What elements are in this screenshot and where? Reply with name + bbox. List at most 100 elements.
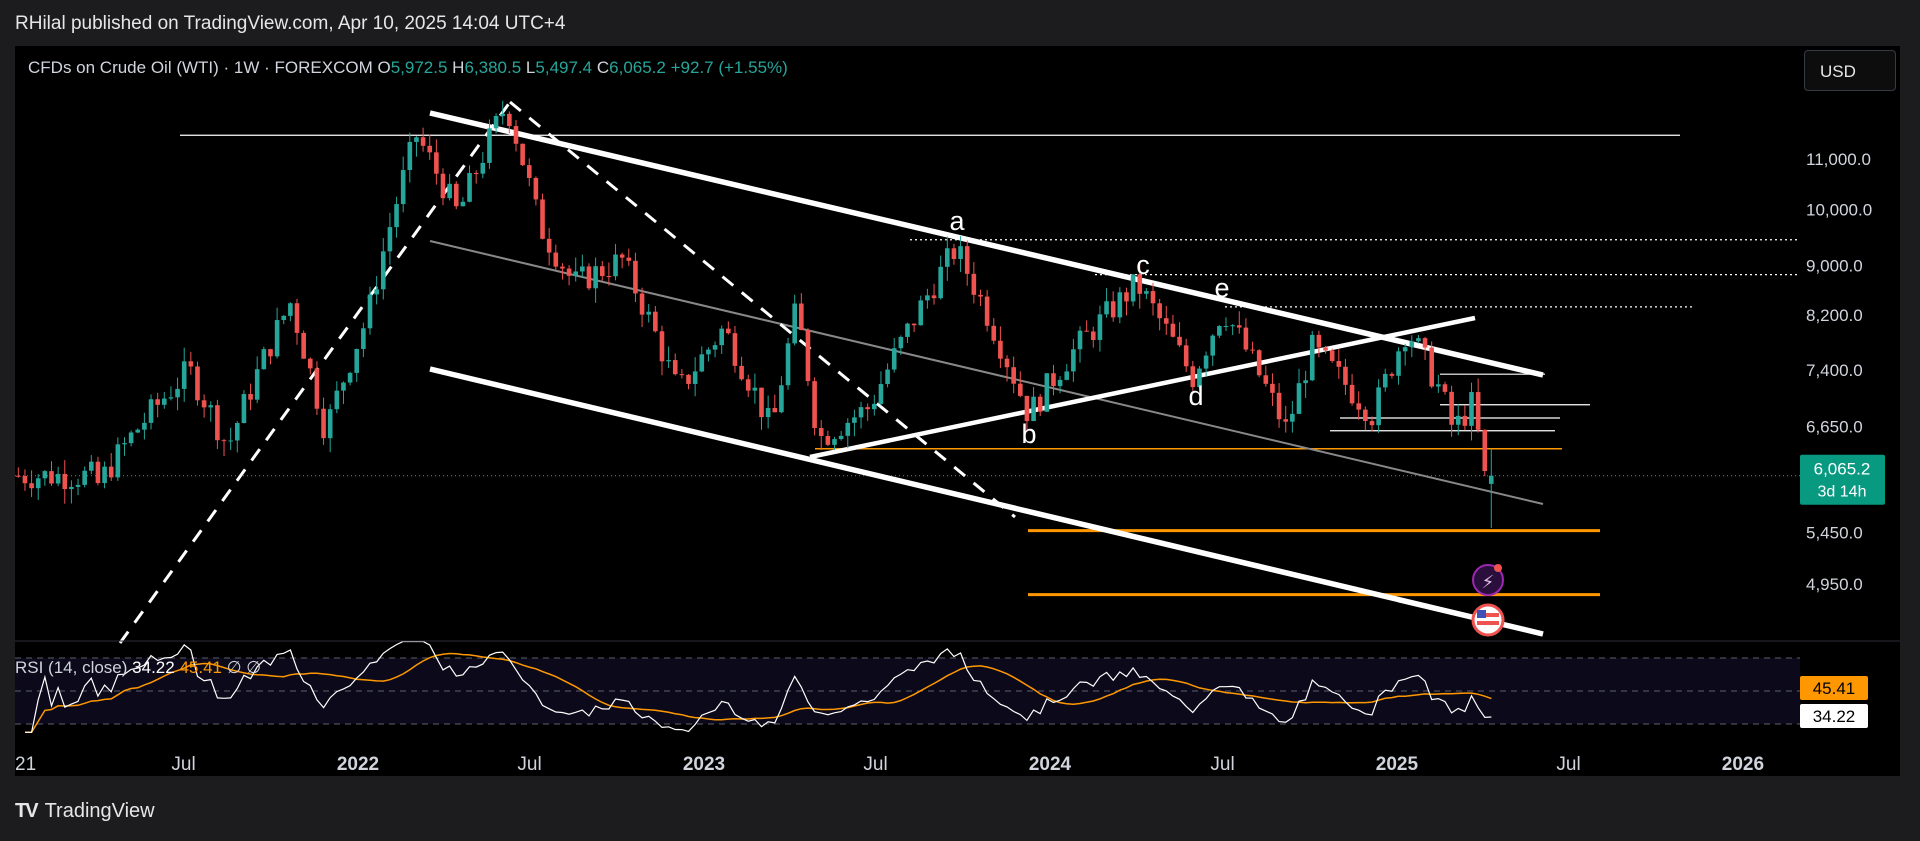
- rsi-value: 34.22: [132, 658, 175, 677]
- candle-body: [288, 303, 293, 316]
- candle-body: [327, 409, 333, 439]
- x-tick-label: Jul: [863, 754, 887, 775]
- candle-body: [414, 137, 419, 142]
- candle-body: [905, 323, 910, 337]
- lightning-glyph-icon: ⚡: [1482, 572, 1495, 593]
- candle-body: [1044, 373, 1050, 412]
- candle-body: [1455, 415, 1461, 425]
- candle-body: [586, 266, 592, 289]
- candle-body: [447, 183, 452, 199]
- candle-body: [1343, 366, 1348, 385]
- candle-body: [22, 475, 28, 484]
- rsi-legend[interactable]: RSI (14, close) 34.22 45.41 ∅ ∅: [15, 658, 261, 678]
- candle-body: [374, 289, 379, 295]
- candle-body: [971, 273, 977, 295]
- candle-body: [911, 323, 917, 326]
- candle-body: [500, 113, 506, 116]
- high-label: H: [452, 58, 465, 77]
- candle-body: [1356, 403, 1362, 410]
- candle-body: [473, 172, 479, 174]
- change-value: +92.7 (+1.55%): [670, 58, 788, 77]
- candle-body: [805, 330, 811, 382]
- chart-canvas[interactable]: 11,000.0 10,000.0 9,000.0 8,200.0 7,400.0 6,6…: [0, 0, 1920, 841]
- candle-body: [122, 443, 127, 445]
- candle-body: [726, 328, 731, 334]
- candle-body: [885, 369, 890, 385]
- y-tick-label: 5,450.0: [1806, 524, 1863, 543]
- rsi-label[interactable]: RSI (14, close): [15, 658, 127, 677]
- channel-upper-line: [429, 110, 1544, 378]
- candle-body: [945, 248, 950, 267]
- low-value: 5,497.4: [535, 58, 593, 77]
- candle-body: [1104, 301, 1109, 315]
- candle-body: [938, 266, 943, 299]
- us-flag-event-icon: [1471, 603, 1505, 637]
- candle-body: [1416, 338, 1421, 342]
- candle-body: [1270, 383, 1275, 393]
- candles-layer: [16, 100, 1494, 528]
- candle-body: [69, 486, 74, 490]
- candle-body: [964, 246, 970, 274]
- candle-body: [1004, 358, 1010, 368]
- candle-body: [507, 113, 512, 127]
- candle-body: [1389, 373, 1395, 376]
- candle-body: [752, 387, 758, 391]
- currency-button[interactable]: USD: [1804, 50, 1896, 91]
- candle-body: [520, 143, 525, 166]
- bar-countdown: 3d 14h: [1818, 484, 1867, 501]
- candle-body: [380, 251, 386, 290]
- us-flag-canton-icon: [1477, 610, 1486, 618]
- candle-body: [248, 394, 253, 400]
- candle-body: [984, 296, 990, 326]
- candle-body: [925, 295, 930, 301]
- candle-body: [1449, 391, 1454, 425]
- candle-body: [228, 440, 233, 442]
- candle-body: [845, 422, 851, 436]
- candle-body: [998, 340, 1003, 359]
- candle-body: [852, 417, 857, 423]
- candle-body: [387, 227, 393, 252]
- candle-body: [354, 349, 360, 373]
- candle-body: [89, 461, 94, 471]
- candle-body: [341, 382, 346, 391]
- low-label: L: [525, 58, 536, 77]
- candle-body: [1183, 345, 1189, 367]
- candle-body: [1097, 314, 1103, 340]
- candle-body: [1369, 421, 1375, 426]
- candle-body: [779, 385, 784, 413]
- symbol-name[interactable]: CFDs on Crude Oil (WTI) · 1W · FOREXCOM: [28, 58, 373, 77]
- rsi-extra-1: ∅: [226, 658, 242, 677]
- candle-body: [420, 137, 426, 146]
- candle-body: [1303, 380, 1308, 384]
- candle-body: [540, 199, 545, 239]
- candle-body: [812, 381, 817, 428]
- tradingview-logo[interactable]: TV TradingView: [15, 800, 155, 823]
- candle-body: [1422, 338, 1428, 348]
- candle-body: [1296, 383, 1302, 414]
- candle-body: [195, 366, 200, 401]
- candle-body: [29, 483, 34, 489]
- candle-body: [128, 432, 134, 444]
- wave-label-d: d: [1188, 381, 1203, 411]
- candle-body: [692, 371, 698, 384]
- candle-body: [261, 349, 267, 370]
- candle-body: [785, 343, 791, 386]
- candle-body: [1210, 335, 1216, 356]
- candle-body: [95, 461, 101, 484]
- symbol-legend[interactable]: CFDs on Crude Oil (WTI) · 1W · FOREXCOM …: [28, 58, 788, 78]
- x-tick-label: 2025: [1376, 754, 1419, 775]
- candle-body: [1309, 334, 1315, 381]
- candle-body: [215, 405, 220, 441]
- candle-body: [719, 328, 724, 346]
- x-tick-label: Jul: [517, 754, 541, 775]
- candle-body: [102, 466, 107, 484]
- candle-body: [991, 325, 997, 341]
- candle-body: [1217, 326, 1222, 336]
- y-tick-label: 7,400.0: [1806, 361, 1863, 380]
- candle-body: [307, 358, 313, 369]
- candle-body: [1276, 392, 1282, 420]
- rsi-extra-2: ∅: [246, 658, 262, 677]
- candle-body: [765, 408, 771, 418]
- candle-body: [898, 336, 904, 349]
- candle-body: [1090, 331, 1096, 340]
